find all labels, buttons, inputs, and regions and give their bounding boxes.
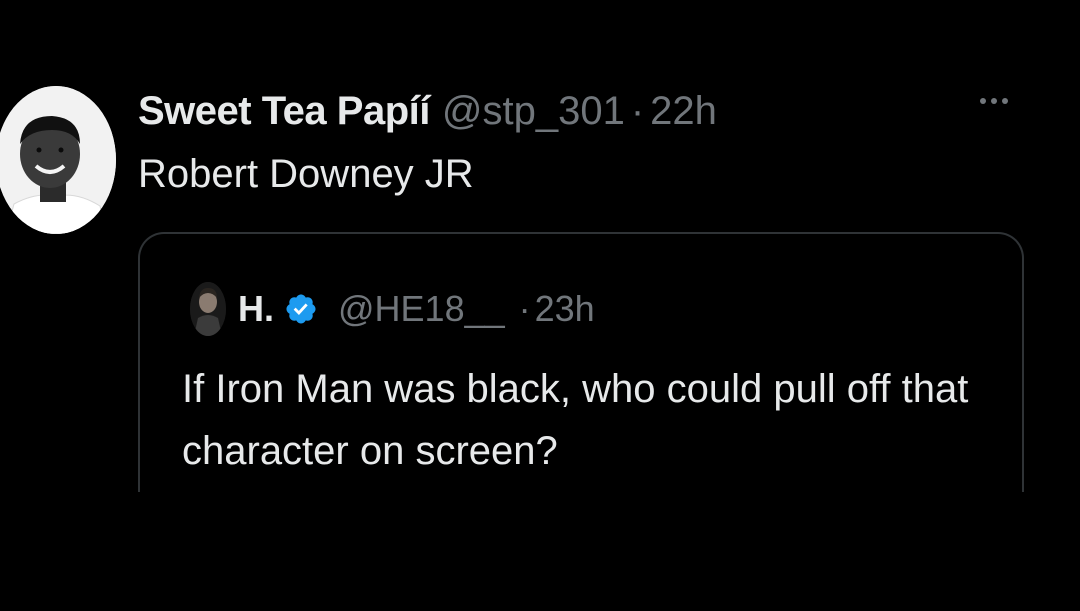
quoted-tweet-card[interactable]: H. @HE18__ · 23h If Iron Man was black, … — [138, 232, 1024, 532]
tweet-timestamp[interactable]: 22h — [650, 89, 717, 134]
more-dot — [980, 98, 986, 104]
quoted-header-separator: · — [518, 288, 531, 329]
author-avatar[interactable] — [0, 86, 116, 234]
quoted-card-crop-edge — [130, 492, 1040, 542]
verified-badge-icon — [284, 292, 318, 326]
tweet-header: Sweet Tea Papíí @stp_301 · 22h — [138, 86, 717, 136]
tweet-text: Robert Downey JR — [138, 152, 474, 196]
more-horizontal-icon[interactable] — [980, 98, 1008, 104]
header-separator: · — [630, 88, 645, 133]
author-handle[interactable]: @stp_301 — [442, 89, 625, 134]
quoted-author-display-name[interactable]: H. — [238, 288, 274, 330]
quoted-tweet-text: If Iron Man was black, who could pull of… — [182, 367, 969, 473]
author-display-name[interactable]: Sweet Tea Papíí — [138, 89, 430, 134]
more-dot — [991, 98, 997, 104]
more-dot — [1002, 98, 1008, 104]
quoted-author-handle[interactable]: @HE18__ — [338, 288, 505, 330]
quoted-tweet-timestamp[interactable]: 23h — [535, 288, 595, 330]
quoted-author-avatar[interactable] — [190, 282, 226, 336]
quoted-tweet-header: H. @HE18__ · 23h — [190, 282, 595, 336]
tweet[interactable]: Sweet Tea Papíí @stp_301 · 22h Robert Do… — [0, 0, 1080, 611]
